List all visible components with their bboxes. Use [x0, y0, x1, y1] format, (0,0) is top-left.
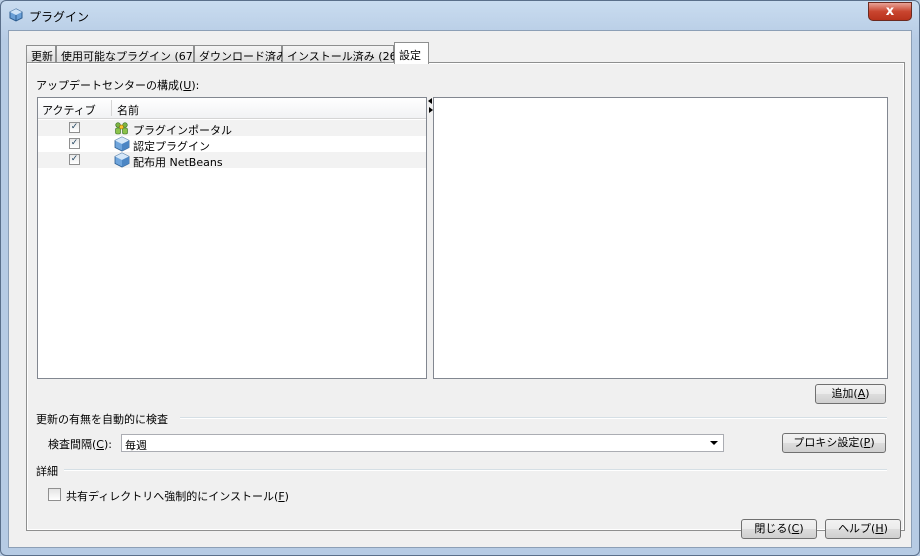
mnemonic: C	[96, 438, 104, 451]
check-interval-select[interactable]: 毎週	[121, 434, 724, 452]
label-text: 共有ディレクトリへ強制的にインストール(	[66, 490, 279, 503]
active-checkbox[interactable]: ✓	[69, 138, 80, 149]
section-divider	[180, 417, 887, 419]
button-text: )	[865, 387, 870, 400]
split-pane-divider[interactable]	[428, 97, 432, 379]
label-text: )	[284, 490, 289, 503]
active-checkbox[interactable]: ✓	[69, 154, 80, 165]
window-title: プラグイン	[29, 10, 90, 24]
shared-install-checkbox[interactable]	[48, 488, 61, 501]
settings-panel: アップデートセンターの構成(U): アクティブ 名前 ✓ プラグインポータル ✓…	[26, 62, 905, 531]
auto-check-section-title: 更新の有無を自動的に検査	[36, 413, 168, 426]
tab-label: 設定	[399, 49, 421, 62]
button-text: 閉じる(	[754, 522, 792, 535]
tab-settings[interactable]: 設定	[394, 42, 429, 64]
label-text: アップデートセンターの構成(	[36, 79, 184, 92]
tab-downloaded[interactable]: ダウンロード済み	[194, 45, 287, 63]
settings-panel-content: アップデートセンターの構成(U): アクティブ 名前 ✓ プラグインポータル ✓…	[28, 64, 903, 529]
column-divider	[111, 100, 112, 116]
dialog-body: 更新 使用可能なプラグイン (67) ダウンロード済み インストール済み (26…	[8, 30, 912, 548]
mnemonic: H	[875, 522, 884, 535]
active-checkbox[interactable]: ✓	[69, 122, 80, 133]
check-interval-label: 検査間隔(C):	[48, 436, 112, 452]
help-button[interactable]: ヘルプ(H)	[825, 519, 901, 539]
button-text: 追加(	[831, 387, 858, 400]
tab-available-plugins[interactable]: 使用可能なプラグイン (67)	[56, 45, 197, 63]
column-header-active[interactable]: アクティブ	[42, 102, 96, 118]
shared-install-label[interactable]: 共有ディレクトリへ強制的にインストール(F)	[66, 488, 289, 504]
table-row[interactable]: ✓ 認定プラグイン	[38, 136, 426, 153]
selected-value: 毎週	[125, 439, 147, 452]
chevron-down-icon[interactable]	[710, 441, 718, 445]
table-header: アクティブ 名前	[38, 98, 426, 119]
title-bar[interactable]: プラグイン x	[1, 1, 919, 29]
proxy-settings-button[interactable]: プロキシ設定(P)	[782, 433, 886, 453]
close-button[interactable]: 閉じる(C)	[741, 519, 817, 539]
row-name: 配布用 NetBeans	[133, 156, 223, 169]
update-centers-label: アップデートセンターの構成(U):	[36, 77, 199, 93]
plugin-portal-icon	[115, 122, 128, 135]
button-text: プロキシ設定(	[793, 436, 864, 449]
table-row[interactable]: ✓ 配布用 NetBeans	[38, 152, 426, 169]
section-divider	[64, 469, 887, 471]
update-center-detail-pane	[433, 97, 888, 379]
window-close-button[interactable]: x	[868, 2, 912, 21]
tab-installed[interactable]: インストール済み (26)	[282, 45, 401, 63]
plugins-window: プラグイン x 更新 使用可能なプラグイン (67) ダウンロード済み インスト…	[0, 0, 920, 556]
label-text: ):	[191, 79, 200, 92]
add-button[interactable]: 追加(A)	[815, 384, 886, 404]
update-centers-table[interactable]: アクティブ 名前 ✓ プラグインポータル ✓ 認定プラグイン ✓ 配布用 Net…	[37, 97, 427, 379]
button-text: )	[883, 522, 888, 535]
details-section-title: 詳細	[36, 465, 58, 478]
tab-updates[interactable]: 更新	[26, 45, 56, 63]
column-header-name[interactable]: 名前	[117, 102, 139, 118]
table-row[interactable]: ✓ プラグインポータル	[38, 120, 426, 137]
netbeans-cube-icon	[9, 8, 23, 22]
cube-icon	[114, 136, 130, 152]
cube-icon	[114, 152, 130, 168]
button-text: )	[799, 522, 804, 535]
button-text: )	[870, 436, 875, 449]
button-text: ヘルプ(	[838, 522, 876, 535]
label-text: 検査間隔(	[48, 438, 97, 451]
label-text: ):	[103, 438, 112, 451]
